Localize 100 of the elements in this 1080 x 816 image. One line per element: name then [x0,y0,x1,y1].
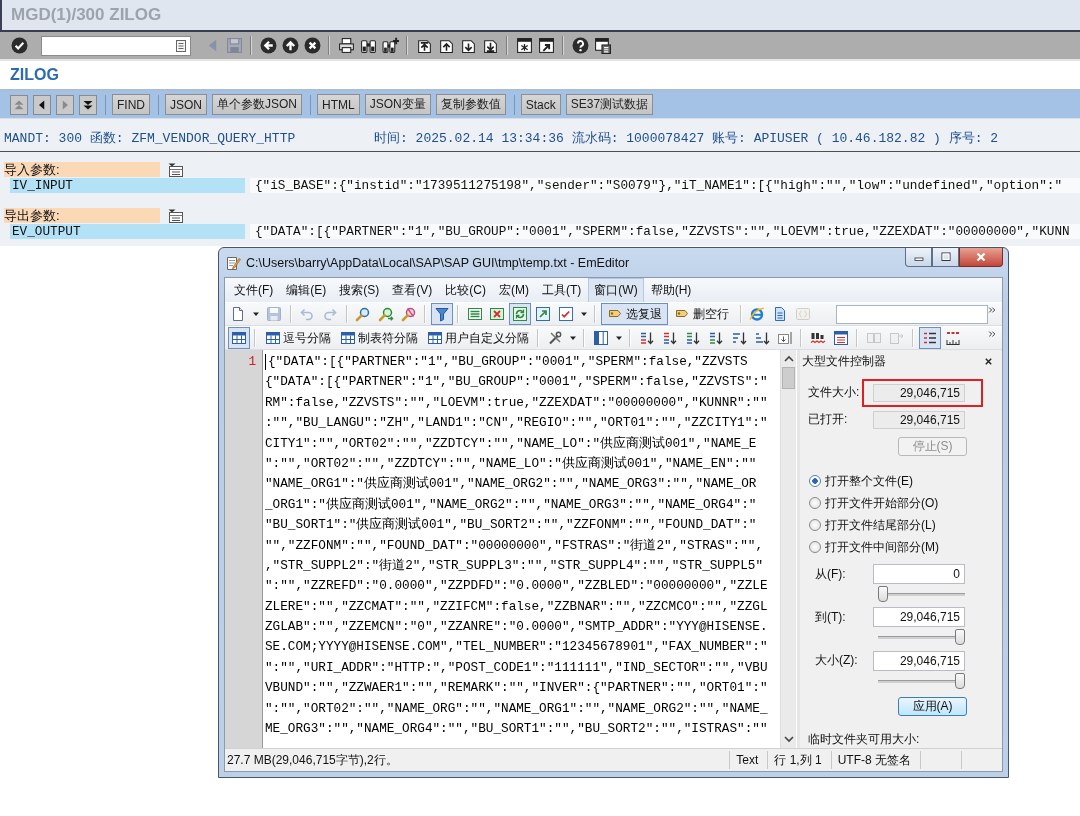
text-line: {"DATA":[{"PARTNER":"1","BU_GROUP":"0001","SPERM":false,"ZZVSTS [268,353,748,371]
input-field[interactable]: 29,046,715 [873,650,965,671]
close-button[interactable] [959,248,1003,267]
window-grid-icon[interactable] [593,37,611,54]
status-segment: UTF-8 无签名 [830,751,920,769]
radio-label: 打开文件结尾部分(L) [825,516,936,534]
window-title: MGD(1)/300 ZILOG [11,5,162,25]
toolbar-button[interactable]: 复制参数值 [435,94,506,115]
arrow-up-circle-icon[interactable] [281,37,299,54]
text-line: "","ZZFONM":"","FOUND_DAT":"00000000","FSTRAS":"街道2","STRAS":"", [265,536,764,555]
input-field[interactable] [836,304,989,324]
chevron-double-right-icon[interactable] [988,306,997,314]
toolbar-button[interactable]: 制表符分隔 [335,327,422,349]
binoculars-icon[interactable] [359,37,377,54]
close-icon [975,251,987,263]
radio-button[interactable] [809,519,821,532]
menu-item[interactable]: 搜索(S) [333,277,386,303]
table-icon[interactable] [168,162,183,177]
toolbar-button[interactable]: 删空行 [668,303,736,325]
scroll-up-icon[interactable] [782,354,795,364]
apply-button[interactable]: 应用(A) [898,696,967,717]
input-field[interactable]: 29,046,715 [873,607,965,628]
scroll-down-icon[interactable] [782,734,795,744]
window-asterisk-icon[interactable] [515,37,533,54]
x-circle-icon[interactable] [303,37,321,54]
text-line: ZGLAB":"","ZZEMCN":"0","ZZANRE":"0.0000","SMTP_ADDR":"YYY@HISENSE. [265,618,768,637]
text-line: :"","BU_LANGU":"ZH","LAND1":"CN","REGIO":"","ORT01":"","ZZCITY1":" [265,414,768,433]
close-icon[interactable] [984,357,993,366]
slider-thumb[interactable] [955,629,965,646]
text-line: RM":false,"ZZVSTS":"","LOEVM":true,"ZZEXDAT":"00000000","KUNNR":"" [265,393,768,412]
binoculars-plus-icon[interactable] [381,37,399,54]
field-label: 从(F): [814,565,847,583]
double-triangle-down-icon [82,98,94,111]
page-arrow-top-icon[interactable] [415,37,433,54]
menu-item[interactable]: 查看(V) [386,277,439,303]
menu-item[interactable]: 编辑(E) [280,277,333,303]
toolbar-button[interactable]: 单个参数JSON [212,94,303,115]
text-line: CITY1":"","ORT02":"","ZZDTCY":"","NAME_LO":"供应商测试001","NAME_E [265,434,757,453]
help-icon[interactable] [571,37,589,54]
printer-icon[interactable] [337,37,355,54]
toolbar-button[interactable]: Stack [520,94,561,115]
page-arrow-up-icon[interactable] [437,37,455,54]
slider-track[interactable] [878,672,965,688]
scrollbar-thumb[interactable] [782,367,795,389]
toolbar-button[interactable]: JSON变量 [364,94,431,115]
field-label: 已打开: [807,411,849,429]
menu-item[interactable]: 宏(M) [493,277,535,303]
check-circle-icon[interactable] [10,37,28,54]
radio-button[interactable] [809,541,821,554]
text-line: "BU_SORT1":"供应商测试001","BU_SORT2":"","ZZFONM":"","FOUND_DAT":" [265,516,757,535]
text-line: SE.COM;YYYY@HISENSE.COM","TEL_NUMBER":"12345678901","FAX_NUMBER":" [265,638,768,657]
toolbar-button[interactable]: 逗号分隔 [260,327,335,349]
notepad-pencil-icon [225,254,241,271]
menu-item[interactable]: 窗口(W) [588,277,644,303]
chevron-double-right-icon[interactable] [988,330,996,338]
section-heading: 导入参数: [4,162,160,177]
file-size-field: 29,046,715 [873,383,965,402]
toolbar-button[interactable]: 用户自定义分隔 [422,327,533,349]
page-arrow-down-icon[interactable] [459,37,477,54]
slider-track[interactable] [878,629,965,645]
minimize-button[interactable] [905,248,932,267]
slider-thumb[interactable] [955,672,965,689]
toolbar-button[interactable]: HTML [317,94,360,115]
command-field[interactable] [41,35,191,56]
text-line: "NAME_ORG1":"供应商测试001","NAME_ORG2":"","NAME_ORG3":"","NAME_OR [265,475,757,494]
arrow-left-circle-icon[interactable] [259,37,277,54]
run-info-text: 时间: 2025.02.14 13:34:36 流水码: 1000078427 账号: APIUSER ( 10.46.182.82 ) 序号: 2 [374,130,999,147]
status-text: 27.7 MB(29,046,715字节),2行。 [226,751,399,769]
temp-space-label: 临时文件夹可用大小: [807,731,921,749]
radio-button[interactable] [809,475,821,488]
toolbar-button[interactable]: JSON [165,94,207,115]
nav-button[interactable] [33,94,51,115]
maximize-button[interactable] [932,248,959,267]
scrollbar[interactable] [780,350,796,748]
menu-item[interactable]: 帮助(H) [644,277,698,303]
radio-button[interactable] [809,497,821,510]
menu-item[interactable]: 比较(C) [439,277,492,303]
slider-thumb[interactable] [878,586,888,603]
toolbar-button[interactable]: SE37测试数据 [565,94,654,115]
call-info-text: MANDT: 300 函数: ZFM_VENDOR_QUERY_HTTP [3,130,297,147]
parameter-value: {"DATA":[{"PARTNER":"1","BU_GROUP":"0001","SPERM":false,"ZZVSTS":"","LOEVM":true,"ZZEXDAT":"00000000","KUNN [250,224,1080,239]
text-line: ,"STR_SUPPL2":"街道2","STR_SUPPL3":"","STR_SUPPL4":"","STR_SUPPL5" [265,556,764,575]
editor-text-area[interactable] [263,350,780,748]
slider-track[interactable] [878,586,965,602]
nav-button[interactable] [79,94,97,115]
list-icon[interactable] [176,39,186,52]
program-title: ZILOG [10,66,59,84]
field-label: 大小(Z): [814,652,859,670]
maximize-icon [939,251,952,263]
table-icon[interactable] [168,208,183,223]
input-field[interactable]: 0 [873,564,965,585]
menu-item[interactable]: 工具(T) [536,277,588,303]
double-triangle-up-icon [13,98,25,111]
toolbar-button[interactable]: 选复退 [600,303,668,325]
panel-title: 大型文件控制器 [802,353,886,370]
menu-item[interactable]: 文件(F) [228,277,280,303]
text-line: ZLERE":"","ZZCMAT":"","ZZIFCM":false,"ZZBNAR":"","ZZCMCO":"","ZZGL [265,597,768,616]
line-number: 1 [248,354,256,369]
page-arrow-bottom-icon[interactable] [481,37,499,54]
toolbar-button[interactable]: FIND [112,94,150,115]
